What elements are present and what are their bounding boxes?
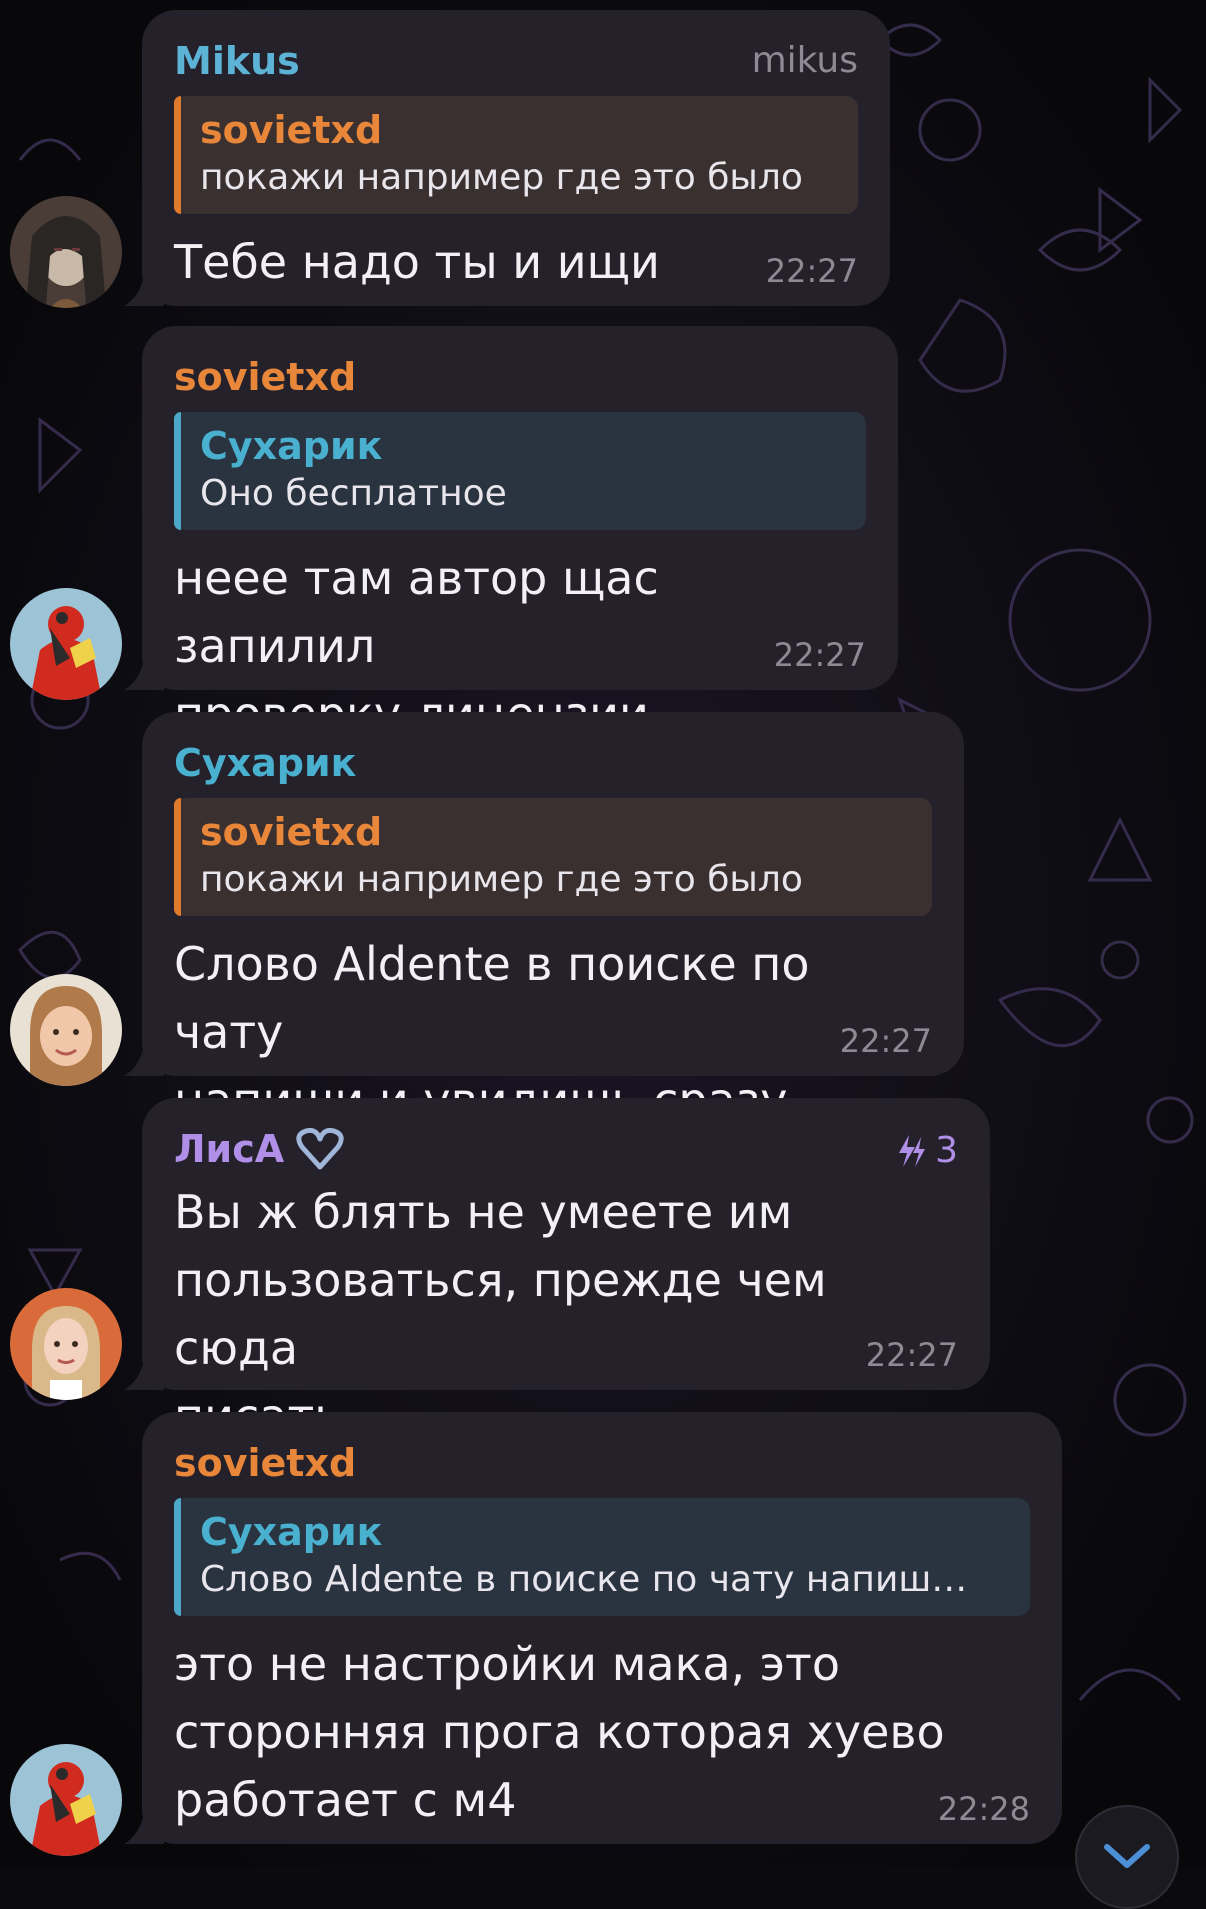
bubble-tail <box>124 266 164 306</box>
message-bubble[interactable]: Mikus mikus sovietxd покажи например где… <box>124 10 890 306</box>
message-bubble[interactable]: ЛисА 3 Вы ж блять не умеете им пользоват… <box>124 1098 990 1443</box>
avatar[interactable] <box>10 1288 122 1400</box>
reply-text: Оно бесплатное <box>200 473 507 514</box>
sender-name[interactable]: sovietxd <box>174 1442 1030 1484</box>
bubble-tail <box>124 1804 164 1844</box>
reply-text: покажи например где это было <box>200 157 803 198</box>
reply-quote[interactable]: sovietxd покажи например где это было <box>174 798 932 916</box>
message-bubble[interactable]: sovietxd Сухарик Оно бесплатное неее там… <box>124 326 898 741</box>
chevron-down-icon <box>1104 1844 1150 1868</box>
sender-name[interactable]: sovietxd <box>174 356 866 398</box>
avatar[interactable] <box>10 974 122 1086</box>
boost-badge[interactable]: 3 <box>895 1130 958 1171</box>
boost-icon <box>899 1134 926 1167</box>
reply-sender: Сухарик <box>200 1510 383 1554</box>
reply-text: покажи например где это было <box>200 859 803 900</box>
reply-sender: sovietxd <box>200 108 383 152</box>
message-text: Вы ж блять не умеете им пользоваться, пр… <box>174 1185 827 1443</box>
sender-handle: mikus <box>751 40 858 81</box>
bubble-tail <box>124 1350 164 1390</box>
sender-name[interactable]: Сухарик <box>174 742 932 784</box>
message-bubble[interactable]: sovietxd Сухарик Слово Aldente в поиске … <box>124 1412 1062 1844</box>
reply-sender: sovietxd <box>200 810 383 854</box>
message-time: 22:28 <box>937 1790 1030 1828</box>
avatar[interactable] <box>10 588 122 700</box>
message-text: это не настройки мака, это сторонняя про… <box>174 1637 945 1827</box>
bubble-tail <box>124 1036 164 1076</box>
message-time: 22:27 <box>773 636 866 674</box>
reply-quote[interactable]: Сухарик Слово Aldente в поиске по чату н… <box>174 1498 1030 1616</box>
message-time: 22:27 <box>839 1022 932 1060</box>
heart-icon <box>296 1127 344 1170</box>
scroll-down-button[interactable] <box>1075 1805 1179 1909</box>
sender-name[interactable]: ЛисА <box>174 1127 958 1171</box>
avatar[interactable] <box>10 196 122 308</box>
message-time: 22:27 <box>865 1336 958 1374</box>
sender-name-text: ЛисА <box>174 1127 285 1171</box>
bubble-tail <box>124 650 164 690</box>
message-text: Тебе надо ты и ищи <box>174 235 660 289</box>
reply-sender: Сухарик <box>200 424 383 468</box>
message-bubble[interactable]: Сухарик sovietxd покажи например где это… <box>124 712 964 1127</box>
boost-count: 3 <box>935 1130 958 1171</box>
reply-text: Слово Aldente в поиске по чату напиш… <box>200 1559 968 1600</box>
reply-quote[interactable]: sovietxd покажи например где это было <box>174 96 858 214</box>
reply-quote[interactable]: Сухарик Оно бесплатное <box>174 412 866 530</box>
avatar[interactable] <box>10 1744 122 1856</box>
message-time: 22:27 <box>765 252 858 290</box>
